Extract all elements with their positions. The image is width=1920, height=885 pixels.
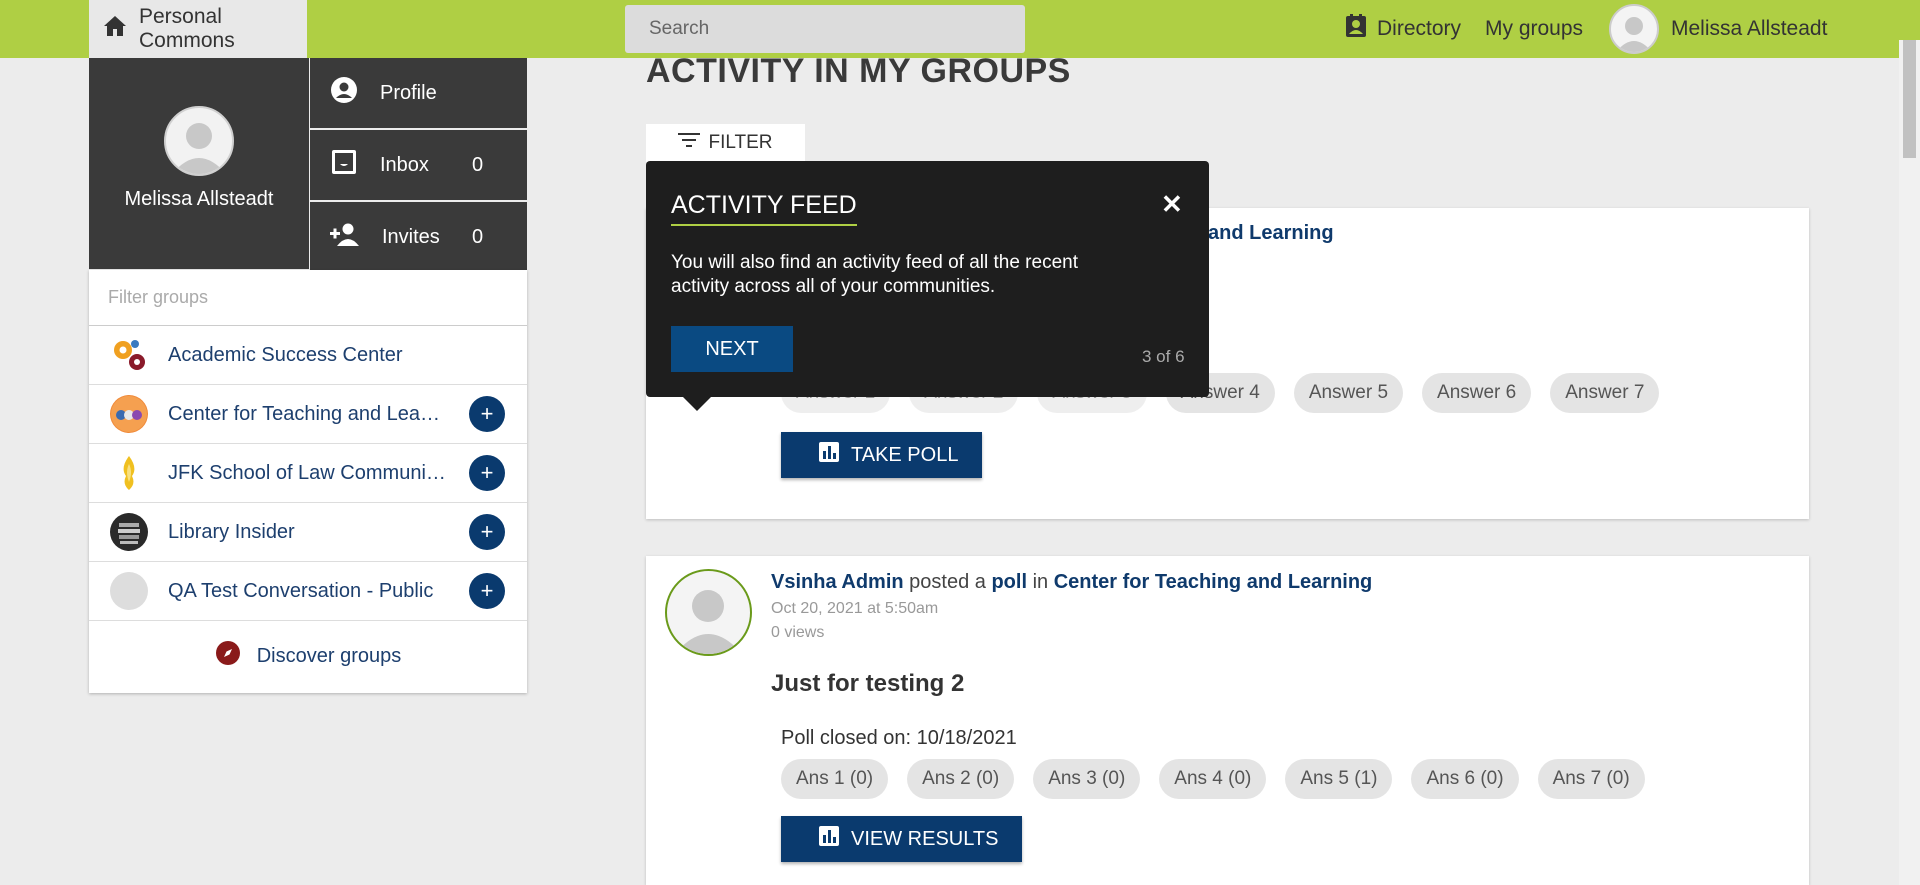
poll-result-3: Ans 3 (0) — [1033, 759, 1141, 799]
account-circle-icon — [330, 76, 358, 110]
post-date: Oct 20, 2021 at 5:50am — [771, 600, 939, 617]
group-name: Academic Success Center — [168, 343, 403, 366]
group-name: QA Test Conversation - Public — [168, 579, 434, 602]
filter-label: FILTER — [708, 132, 773, 153]
poll-result-6: Ans 6 (0) — [1411, 759, 1519, 799]
poll-results: Ans 1 (0) Ans 2 (0) Ans 3 (0) Ans 4 (0) … — [781, 759, 1645, 799]
poll-result-1: Ans 1 (0) — [781, 759, 889, 799]
join-group-button[interactable]: + — [469, 573, 505, 609]
view-results-label: VIEW RESULTS — [851, 827, 999, 850]
tour-step-indicator: 3 of 6 — [1142, 347, 1185, 366]
profile-menu-label: Profile — [380, 81, 437, 104]
tooltip-body: You will also find an activity feed of a… — [671, 252, 1078, 297]
personal-commons-label: Personal Commons — [139, 5, 235, 52]
directory-link[interactable]: Directory — [1345, 0, 1461, 58]
filter-groups-input[interactable]: Filter groups — [89, 270, 527, 326]
compass-icon — [215, 640, 241, 672]
profile-menu-profile[interactable]: Profile — [310, 58, 527, 128]
poll-answer-5[interactable]: Answer 5 — [1293, 373, 1404, 413]
home-icon — [103, 15, 127, 43]
flame-logo-icon — [110, 454, 148, 492]
tooltip-title: ACTIVITY FEED — [671, 191, 857, 226]
group-name: Library Insider — [168, 520, 295, 543]
poll-answer-7[interactable]: Answer 7 — [1550, 373, 1660, 413]
search-placeholder: Search — [649, 18, 710, 39]
poll-closed-date: Poll closed on: 10/18/2021 — [781, 727, 1017, 749]
user-avatar — [1609, 4, 1659, 54]
next-button[interactable]: NEXT — [671, 326, 793, 372]
post-views: 0 views — [771, 624, 825, 641]
filter-list-icon — [678, 132, 701, 154]
author-link[interactable]: Vsinha Admin — [771, 571, 904, 593]
invites-menu-label: Invites — [382, 225, 440, 248]
view-results-button[interactable]: VIEW RESULTS — [781, 816, 1023, 862]
directory-label: Directory — [1377, 17, 1462, 40]
page-title: ACTIVITY IN MY GROUPS — [646, 52, 1071, 90]
poll-chart-icon — [819, 442, 839, 468]
gears-logo-icon — [110, 336, 148, 374]
post-verb: posted a — [909, 571, 986, 593]
close-icon[interactable]: ✕ — [1161, 189, 1183, 220]
group-item-library-insider[interactable]: Library Insider + — [89, 503, 527, 562]
inbox-menu-label: Inbox — [380, 153, 429, 176]
profile-menu-invites[interactable]: Invites 0 — [310, 202, 527, 272]
group-name: JFK School of Law Communi… — [168, 461, 446, 484]
join-group-button[interactable]: + — [469, 455, 505, 491]
group-item-center-for-teaching[interactable]: Center for Teaching and Lea… + — [89, 385, 527, 444]
discover-groups-link[interactable]: Discover groups — [89, 621, 527, 691]
my-groups-link[interactable]: My groups — [1485, 0, 1583, 58]
group-item-jfk-school-of-law[interactable]: JFK School of Law Communi… + — [89, 444, 527, 503]
activity-post-card: Vsinha Admin posted a poll in Center for… — [646, 556, 1809, 885]
take-poll-button[interactable]: TAKE POLL — [781, 432, 983, 478]
post-header: Vsinha Admin posted a poll in Center for… — [771, 571, 1372, 594]
activity-feed-tour-tooltip: ACTIVITY FEED ✕ You will also find an ac… — [646, 161, 1209, 411]
poll-result-5: Ans 5 (1) — [1285, 759, 1393, 799]
poll-chart-icon — [819, 826, 839, 852]
invites-count: 0 — [472, 225, 484, 248]
poll-title: Just for testing 2 — [771, 670, 965, 697]
inbox-icon — [330, 148, 358, 182]
my-groups-label: My groups — [1485, 17, 1584, 40]
group-item-academic-success-center[interactable]: Academic Success Center — [89, 326, 527, 385]
poll-answer-6[interactable]: Answer 6 — [1422, 373, 1532, 413]
group-item-qa-test-conversation[interactable]: QA Test Conversation - Public + — [89, 562, 527, 621]
profile-card: Melissa Allsteadt — [89, 58, 309, 269]
poll-result-2: Ans 2 (0) — [907, 759, 1015, 799]
profile-menu-inbox[interactable]: Inbox 0 — [310, 130, 527, 200]
filter-groups-placeholder: Filter groups — [108, 287, 209, 307]
inbox-count: 0 — [472, 153, 484, 176]
groups-panel: Filter groups Academic Success Center Ce… — [89, 270, 527, 693]
group-name: Center for Teaching and Lea… — [168, 402, 441, 425]
personal-commons-tab[interactable]: Personal Commons — [89, 0, 307, 58]
post-type-link[interactable]: poll — [991, 571, 1027, 593]
scrollbar-thumb[interactable] — [1903, 40, 1916, 158]
user-menu[interactable]: Melissa Allsteadt — [1609, 0, 1827, 58]
books-logo-icon — [110, 513, 148, 551]
post-group-link[interactable]: and Learning — [1208, 222, 1334, 245]
profile-name: Melissa Allsteadt — [124, 188, 274, 210]
person-add-icon — [330, 222, 360, 252]
filter-button[interactable]: FILTER — [646, 124, 805, 162]
page-scrollbar[interactable] — [1899, 40, 1920, 885]
profile-menu: Profile Inbox 0 Invites 0 — [310, 58, 527, 274]
user-name: Melissa Allsteadt — [1671, 17, 1828, 40]
post-in-word: in — [1032, 571, 1049, 593]
discover-groups-label: Discover groups — [256, 644, 402, 667]
placeholder-logo-icon — [110, 572, 148, 610]
author-avatar[interactable] — [665, 569, 752, 656]
poll-result-4: Ans 4 (0) — [1159, 759, 1267, 799]
ctl-logo-icon — [110, 395, 148, 433]
poll-result-7: Ans 7 (0) — [1537, 759, 1645, 799]
contacts-icon — [1345, 14, 1367, 44]
group-link[interactable]: and Learning — [1208, 222, 1334, 244]
take-poll-label: TAKE POLL — [851, 443, 959, 466]
join-group-button[interactable]: + — [469, 514, 505, 550]
join-group-button[interactable]: + — [469, 396, 505, 432]
profile-avatar[interactable] — [164, 106, 234, 176]
group-link[interactable]: Center for Teaching and Learning — [1054, 571, 1373, 593]
search-input[interactable]: Search — [625, 5, 1025, 53]
top-navigation-bar: Personal Commons Search Directory My gro… — [0, 0, 1920, 58]
